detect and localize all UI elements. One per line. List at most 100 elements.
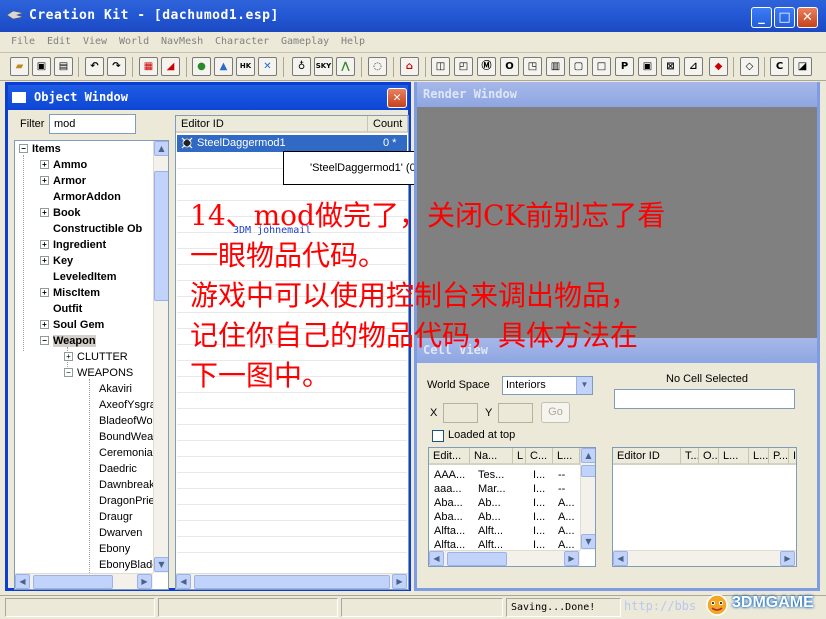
tree-item-miscitem[interactable]: + MiscItem [40,287,100,303]
object-icon[interactable]: ◆ [709,57,728,76]
tree-item-boundweap[interactable]: BoundWeap [99,431,159,447]
column-header-count[interactable]: Count [368,116,408,133]
scroll-up-icon[interactable]: ▲ [154,141,168,156]
menu-world[interactable]: World [119,36,149,47]
portal-icon[interactable]: ▣ [638,57,657,76]
tree-item-armor[interactable]: + Armor [40,175,86,191]
list-horizontal-scrollbar[interactable]: ◀ ▶ [176,573,408,589]
object-window-close-button[interactable]: ✕ [387,88,407,108]
selection-icon[interactable]: ▦ [139,57,158,76]
expand-icon[interactable]: + [40,256,49,265]
cell-row-loc[interactable]: A... [558,525,578,539]
tree-item-leveleditem[interactable]: LeveledItem [53,271,117,287]
tree-item-soulgem[interactable]: + Soul Gem [40,319,104,335]
scrollbar-thumb[interactable] [447,552,507,566]
scroll-left-icon[interactable]: ◀ [15,574,30,589]
column-header[interactable]: Na... [470,448,513,465]
cell-list[interactable]: Edit... Na... L C... L... AAA... Tes... … [428,447,596,567]
tree-item-dragonpriest[interactable]: DragonPries [99,495,160,511]
world-icon[interactable]: ● [192,57,211,76]
scrollbar-thumb[interactable] [33,575,113,589]
redo-icon[interactable]: ↷ [107,57,126,76]
expand-icon[interactable]: + [40,208,49,217]
scroll-right-icon[interactable]: ▶ [564,551,579,566]
tree-vertical-scrollbar[interactable]: ▲ ▼ [153,141,168,573]
scroll-down-icon[interactable]: ▼ [581,534,595,549]
cell-row-col[interactable]: I... [533,511,551,525]
expand-icon[interactable]: + [40,240,49,249]
marker-icon[interactable]: ⌂ [400,57,419,76]
tree-item-weapons[interactable]: − WEAPONS [64,367,133,383]
tree-item-bladeofwoe[interactable]: BladeofWoe [99,415,159,431]
tree-item-armoraddon[interactable]: ArmorAddon [53,191,121,207]
cell-row-editor-id[interactable]: AAA... [434,469,470,483]
expand-icon[interactable]: + [64,352,73,361]
tree-item-ebony[interactable]: Ebony [99,543,130,559]
tree-item-outfit[interactable]: Outfit [53,303,82,319]
square-icon[interactable]: □ [592,57,611,76]
scroll-right-icon[interactable]: ▶ [137,574,152,589]
navmesh-icon[interactable]: ✕ [258,57,277,76]
list-item[interactable]: SteelDaggermod1 0 * [177,135,407,152]
scroll-left-icon[interactable]: ◀ [176,574,191,589]
cube-icon[interactable]: ◫ [431,57,450,76]
cell-row-loc[interactable]: A... [558,511,578,525]
menu-help[interactable]: Help [341,36,365,47]
marker-o-icon[interactable]: O [500,57,519,76]
filter-input[interactable]: mod [49,114,136,134]
bounds-icon[interactable]: ◇ [740,57,759,76]
tree-item-book[interactable]: + Book [40,207,81,223]
cell-list-vertical-scrollbar[interactable]: ▲ ▼ [580,448,595,550]
tree-item-akaviri[interactable]: Akaviri [99,383,132,399]
tree-item-clutter[interactable]: + CLUTTER [64,351,128,367]
column-header-editor-id[interactable]: Editor ID [176,116,368,133]
window-icon[interactable]: ▢ [569,57,588,76]
door-icon[interactable]: ▥ [546,57,565,76]
cell-row-editor-id[interactable]: Alfta... [434,525,470,539]
y-coordinate-input[interactable] [498,403,533,423]
expand-icon[interactable]: + [40,320,49,329]
collapse-icon[interactable]: − [40,336,49,345]
scrollbar-thumb[interactable] [154,171,168,301]
column-header[interactable]: P... [769,448,789,465]
landscape-icon[interactable]: ▲ [214,57,233,76]
light-bulb-icon[interactable]: ♁ [292,57,311,76]
tree-item-draugr[interactable]: Draugr [99,511,133,527]
expand-icon[interactable]: + [40,160,49,169]
cell-row-col[interactable]: I... [533,525,551,539]
cell-row-col[interactable]: I... [533,483,551,497]
column-header[interactable]: L... [553,448,580,465]
expand-icon[interactable]: + [40,288,49,297]
object-tree[interactable]: − Items + Ammo + Armor ArmorAddon + Book Con… [14,140,169,590]
collapse-icon[interactable]: − [64,368,73,377]
save-icon[interactable]: ▣ [32,57,51,76]
menu-edit[interactable]: Edit [47,36,71,47]
tree-item-items[interactable]: − Items [19,143,61,159]
open-folder-icon[interactable]: ▰ [10,57,29,76]
occlusion-icon[interactable]: ⊠ [661,57,680,76]
grass-icon[interactable]: ⋀ [336,57,355,76]
tree-item-key[interactable]: + Key [40,255,73,271]
preferences-icon[interactable]: ▤ [54,57,73,76]
x-coordinate-input[interactable] [443,403,478,423]
cell-row-editor-id[interactable]: aaa... [434,483,470,497]
tree-item-ammo[interactable]: + Ammo [40,159,87,175]
close-button[interactable]: ✕ [797,7,818,28]
cell-row-editor-id[interactable]: Aba... [434,497,470,511]
menu-navmesh[interactable]: NavMesh [161,36,203,47]
cell-row-loc[interactable]: -- [558,469,578,483]
cell-row-name[interactable]: Tes... [478,469,510,483]
cell-row-loc[interactable]: A... [558,497,578,511]
collision-icon[interactable]: ⊿ [684,57,703,76]
cell-row-loc[interactable]: -- [558,483,578,497]
heightmap-icon[interactable]: HK [236,57,255,76]
cell-row-col[interactable]: I... [533,497,551,511]
cell-row-name[interactable]: Ab... [478,497,510,511]
undo-icon[interactable]: ↶ [85,57,104,76]
cell-row-editor-id[interactable]: Aba... [434,511,470,525]
column-header[interactable]: I [789,448,796,465]
scroll-down-icon[interactable]: ▼ [154,557,168,572]
cell-list-horizontal-scrollbar[interactable]: ◀ ▶ [429,550,580,566]
cell-row-name[interactable]: Ab... [478,511,510,525]
loaded-at-top-checkbox[interactable] [432,430,444,442]
